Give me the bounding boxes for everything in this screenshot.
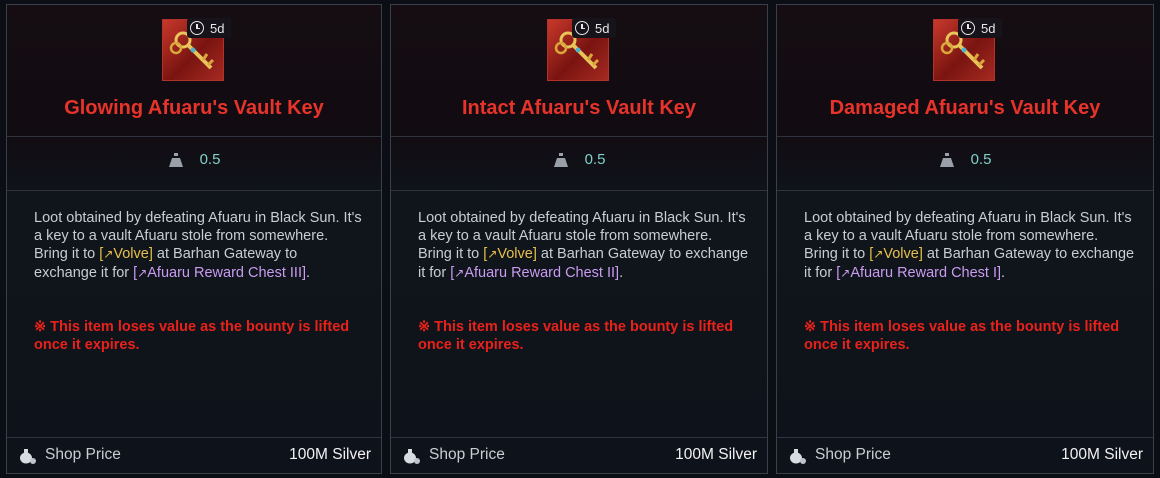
- npc-link-volve[interactable]: [↗Volve]: [483, 246, 537, 262]
- divider: [777, 190, 1153, 191]
- description-text: Loot obtained by defeating Afuaru in Bla…: [418, 210, 746, 245]
- chest-link[interactable]: [↗Afuaru Reward Chest III]: [133, 265, 306, 281]
- weight-value: 0.5: [970, 151, 992, 168]
- silver-bag-icon: [404, 449, 420, 464]
- divider: [777, 136, 1153, 137]
- shop-price-row: Shop Price 100M Silver: [777, 437, 1153, 473]
- shop-price-value: 100M Silver: [289, 446, 371, 463]
- item-title: Damaged Afuaru's Vault Key: [829, 97, 1101, 119]
- external-link-icon: ↗: [487, 247, 498, 262]
- external-link-icon: ↗: [873, 247, 884, 262]
- weight-value: 0.5: [584, 151, 606, 168]
- divider: [391, 136, 767, 137]
- clock-icon: [575, 21, 589, 35]
- bring-text: Bring it to: [804, 246, 866, 263]
- npc-link-volve[interactable]: [↗Volve]: [99, 246, 153, 262]
- npc-name: Volve: [113, 246, 149, 263]
- shop-price-row: Shop Price 100M Silver: [7, 437, 381, 473]
- item-description: Loot obtained by defeating Afuaru in Bla…: [804, 210, 1135, 281]
- item-icon-frame[interactable]: 5d: [933, 18, 1002, 81]
- timer-label: 5d: [981, 20, 996, 36]
- weight-icon: [553, 152, 568, 167]
- expiry-warning: ※ This item loses value as the bounty is…: [418, 319, 734, 354]
- item-tooltip-card: 5d Damaged Afuaru's Vault Key 0.5 Loot o…: [776, 4, 1154, 474]
- chest-link[interactable]: [↗Afuaru Reward Chest I]: [836, 265, 1001, 281]
- shop-price-value: 100M Silver: [675, 446, 757, 463]
- shop-price-value: 100M Silver: [1061, 446, 1143, 463]
- weight-icon: [939, 152, 954, 167]
- weight-row: 0.5: [391, 151, 767, 168]
- chest-link[interactable]: [↗Afuaru Reward Chest II]: [450, 265, 619, 281]
- shop-price-row: Shop Price 100M Silver: [391, 437, 767, 473]
- weight-icon: [168, 152, 183, 167]
- chest-name: Afuaru Reward Chest III: [147, 264, 302, 281]
- item-icon-frame[interactable]: 5d: [547, 18, 616, 81]
- item-tooltip-card: 5d Glowing Afuaru's Vault Key 0.5 Loot o…: [6, 4, 382, 474]
- npc-link-volve[interactable]: [↗Volve]: [869, 246, 923, 262]
- chest-name: Afuaru Reward Chest I: [850, 264, 998, 281]
- npc-name: Volve: [497, 246, 533, 263]
- timer-label: 5d: [210, 20, 225, 36]
- silver-bag-icon: [790, 449, 806, 464]
- bring-text: Bring it to: [34, 246, 96, 263]
- shop-price-label: Shop Price: [429, 446, 505, 463]
- clock-icon: [190, 21, 204, 35]
- weight-row: 0.5: [7, 151, 381, 168]
- npc-name: Volve: [883, 246, 919, 263]
- weight-row: 0.5: [777, 151, 1153, 168]
- chest-name: Afuaru Reward Chest II: [464, 264, 616, 281]
- external-link-icon: ↗: [137, 265, 148, 280]
- shop-price-label: Shop Price: [815, 446, 891, 463]
- shop-price-label: Shop Price: [45, 446, 121, 463]
- divider: [391, 190, 767, 191]
- description-text: Loot obtained by defeating Afuaru in Bla…: [804, 210, 1132, 245]
- external-link-icon: ↗: [454, 265, 465, 280]
- divider: [7, 190, 381, 191]
- expiry-timer: 5d: [187, 18, 231, 38]
- item-icon-frame[interactable]: 5d: [162, 18, 231, 81]
- divider: [7, 136, 381, 137]
- expiry-warning: ※ This item loses value as the bounty is…: [804, 319, 1120, 354]
- expiry-warning: ※ This item loses value as the bounty is…: [34, 319, 350, 354]
- expiry-timer: 5d: [572, 18, 616, 38]
- timer-label: 5d: [595, 20, 610, 36]
- item-title: Intact Afuaru's Vault Key: [461, 97, 697, 119]
- clock-icon: [961, 21, 975, 35]
- item-description: Loot obtained by defeating Afuaru in Bla…: [418, 210, 749, 281]
- silver-bag-icon: [20, 449, 36, 464]
- external-link-icon: ↗: [840, 265, 851, 280]
- external-link-icon: ↗: [103, 247, 114, 262]
- expiry-timer: 5d: [958, 18, 1002, 38]
- item-description: Loot obtained by defeating Afuaru in Bla…: [34, 210, 362, 281]
- description-text: Loot obtained by defeating Afuaru in Bla…: [34, 210, 362, 245]
- item-title: Glowing Afuaru's Vault Key: [64, 97, 324, 119]
- item-tooltip-card: 5d Intact Afuaru's Vault Key 0.5 Loot ob…: [390, 4, 768, 474]
- bring-text: Bring it to: [418, 246, 480, 263]
- weight-value: 0.5: [199, 151, 221, 168]
